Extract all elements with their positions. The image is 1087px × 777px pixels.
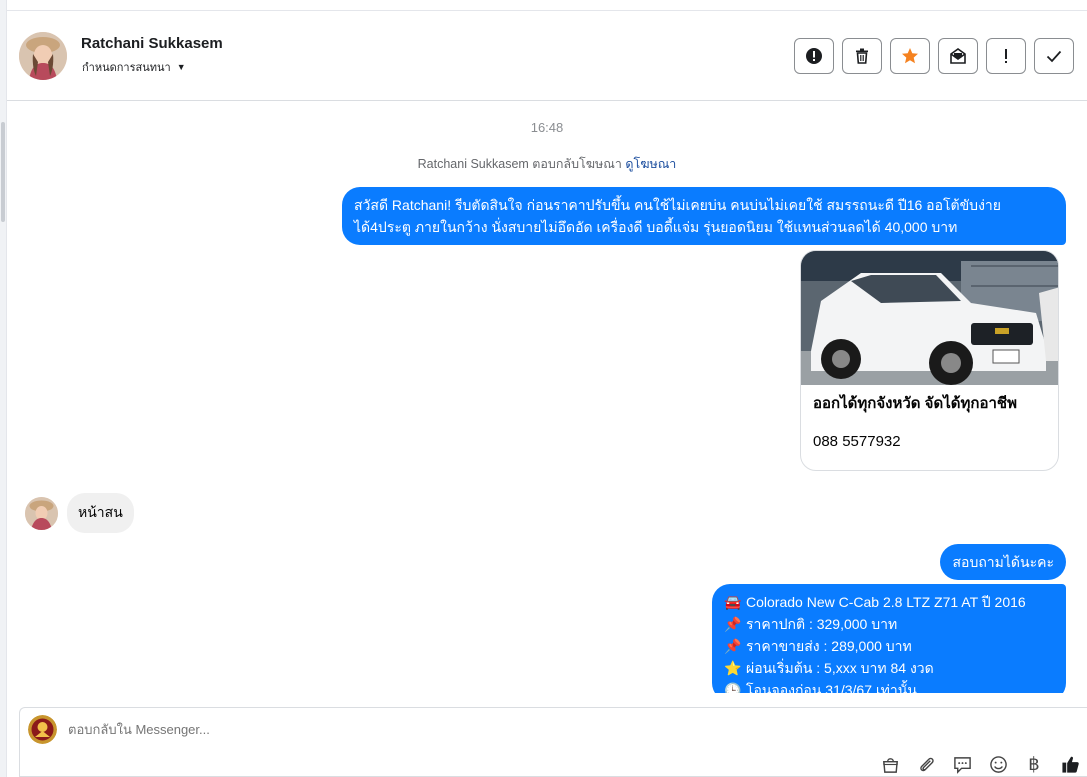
ad-card-phone[interactable]: 088 5577932 [813, 433, 901, 450]
caret-down-icon: ▼ [176, 62, 186, 72]
saved-replies-button[interactable] [951, 753, 973, 775]
view-ad-link[interactable]: ดูโฆษณา [625, 157, 676, 171]
detail-text: ราคาขายส่ง : 289,000 บาท [746, 638, 912, 654]
scrollbar-thumb[interactable] [1, 122, 5, 222]
pushpin-icon: 📌 [724, 616, 742, 632]
conversation-assign-dropdown[interactable]: กำหนดการสนทนา ▼ [82, 58, 186, 76]
shop-button[interactable] [879, 753, 901, 775]
envelope-open-icon [950, 48, 966, 64]
baht-icon: ฿ [1028, 753, 1040, 775]
mark-unread-button[interactable] [938, 38, 978, 74]
detail-line: 🕒 โอนจองก่อน 31/3/67 เท่านั้น [724, 679, 1054, 693]
detail-line: 📌 ราคาปกติ : 329,000 บาท [724, 613, 1054, 635]
message-composer: ฿ [19, 707, 1087, 777]
payment-button[interactable]: ฿ [1023, 753, 1045, 775]
messenger-inbox: Ratchani Sukkasem กำหนดการสนทนา ▼ 16:48 … [0, 0, 1087, 777]
pushpin-icon: 📌 [724, 638, 742, 654]
header-actions [794, 38, 1074, 74]
chat-bubble-icon [953, 756, 971, 774]
outgoing-details-message[interactable]: 🚘 Colorado New C-Cab 2.8 LTZ Z71 AT ปี 20… [712, 584, 1066, 693]
mark-done-button[interactable] [1034, 38, 1074, 74]
report-spam-button[interactable] [794, 38, 834, 74]
detail-line: 🚘 Colorado New C-Cab 2.8 LTZ Z71 AT ปี 20… [724, 591, 1054, 613]
contact-avatar[interactable] [19, 32, 67, 80]
ad-reply-text: Ratchani Sukkasem ตอบกลับโฆษณา [417, 157, 622, 171]
outgoing-message[interactable]: สอบถามได้นะคะ [940, 544, 1066, 580]
smiley-icon [989, 755, 1007, 773]
truck-photo [801, 251, 1058, 385]
detail-text: Colorado New C-Cab 2.8 LTZ Z71 AT ปี 201… [746, 594, 1026, 610]
mark-important-button[interactable] [986, 38, 1026, 74]
ad-card-title: ออกได้ทุกจังหวัด จัดได้ทุกอาชีพ [813, 395, 1017, 412]
detail-line: 📌 ราคาขายส่ง : 289,000 บาท [724, 635, 1054, 657]
detail-text: โอนจองก่อน 31/3/67 เท่านั้น [746, 682, 917, 693]
message-thread[interactable]: 16:48 Ratchani Sukkasem ตอบกลับโฆษณา ดูโ… [7, 101, 1087, 693]
detail-text: ผ่อนเริ่มต้น : 5,xxx บาท 84 งวด [746, 660, 934, 676]
contact-name[interactable]: Ratchani Sukkasem [81, 35, 223, 52]
reply-input[interactable] [68, 722, 568, 737]
exclamation-icon [1005, 49, 1007, 63]
detail-text: ราคาปกติ : 329,000 บาท [746, 616, 898, 632]
thumbs-up-icon [1061, 756, 1079, 773]
ad-reply-notice: Ratchani Sukkasem ตอบกลับโฆษณา ดูโฆษณา [7, 154, 1087, 174]
emoji-button[interactable] [987, 753, 1009, 775]
shopping-bag-icon [882, 757, 898, 773]
detail-line: ⭐ ผ่อนเริ่มต้น : 5,xxx บาท 84 งวด [724, 657, 1054, 679]
page-avatar [28, 715, 57, 744]
left-scrollbar[interactable] [0, 0, 7, 777]
incoming-message-row: หน้าสน [25, 493, 134, 533]
outgoing-message[interactable]: สวัสดี Ratchani! รีบตัดสินใจ ก่อนราคาปรั… [342, 187, 1066, 245]
conversation-header: Ratchani Sukkasem กำหนดการสนทนา ▼ [7, 11, 1087, 101]
paperclip-icon [919, 757, 934, 771]
star-button[interactable] [890, 38, 930, 74]
incoming-message[interactable]: หน้าสน [67, 493, 134, 533]
attach-button[interactable] [915, 753, 937, 775]
star-icon: ⭐ [724, 660, 742, 676]
message-timestamp: 16:48 [530, 120, 564, 135]
star-icon [902, 48, 918, 64]
delete-button[interactable] [842, 38, 882, 74]
conversation-assign-label: กำหนดการสนทนา [82, 62, 171, 74]
contact-avatar-small[interactable] [25, 496, 58, 530]
ad-card[interactable]: ออกได้ทุกจังหวัด จัดได้ทุกอาชีพ 088 5577… [800, 250, 1059, 471]
alert-circle-icon [806, 48, 822, 64]
car-icon: 🚘 [724, 594, 742, 610]
check-icon [1046, 50, 1062, 63]
like-button[interactable] [1059, 753, 1081, 775]
trash-icon [856, 48, 868, 64]
composer-tools: ฿ [879, 753, 1081, 775]
clock-icon: 🕒 [724, 682, 742, 693]
